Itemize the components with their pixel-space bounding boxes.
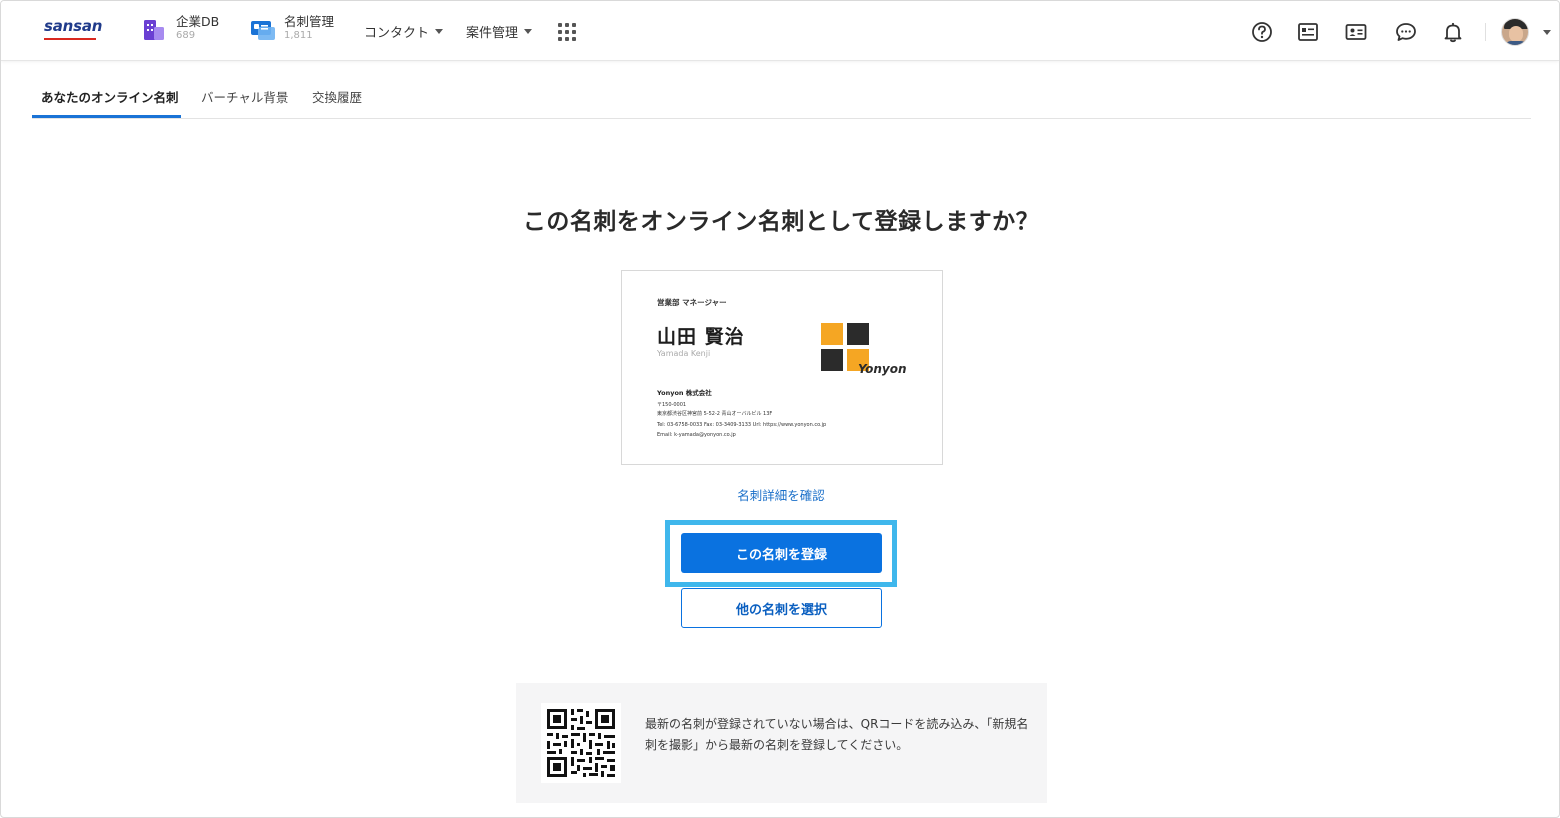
qr-info-panel: 最新の名刺が登録されていない場合は、QRコードを読み込み、「新規名刺を撮影」から… <box>516 683 1047 803</box>
contact-dropdown[interactable]: コンタクト <box>364 22 444 41</box>
chevron-down-icon <box>524 29 533 34</box>
card-contact-line: Tel: 03-6758-0033 Fax: 03-3409-3133 Url:… <box>657 422 827 428</box>
qr-instructions: 最新の名刺が登録されていない場合は、QRコードを読み込み、「新規名刺を撮影」から… <box>645 717 1029 752</box>
tab-bar: あなたのオンライン名刺 バーチャル背景 交換履歴 <box>32 77 1531 119</box>
nav-app-business-cards[interactable]: 名刺管理 1,811 <box>250 15 334 49</box>
card-job-title: 営業部 マネージャー <box>657 298 727 307</box>
nav-divider <box>1485 23 1486 41</box>
card-company-logo: Yonyon <box>858 362 907 376</box>
card-list-icon[interactable] <box>1297 21 1319 43</box>
sansan-logo[interactable]: sansan <box>44 17 102 35</box>
card-logo-square <box>821 349 843 371</box>
logo-underline <box>44 38 96 40</box>
help-icon[interactable] <box>1251 21 1273 43</box>
page-title: この名刺をオンライン名刺として登録しますか？ <box>522 209 1040 235</box>
nav-app-label: 名刺管理 <box>284 14 335 29</box>
nav-app-company-db[interactable]: 企業DB 689 <box>142 15 219 49</box>
tab-online-card[interactable]: あなたのオンライン名刺 <box>41 87 179 106</box>
chevron-down-icon[interactable] <box>1543 30 1551 35</box>
qr-code-icon <box>541 703 621 783</box>
card-logo-square <box>821 323 843 345</box>
contact-card-icon[interactable] <box>1345 21 1367 43</box>
active-tab-indicator <box>32 115 181 118</box>
card-detail-link[interactable]: 名刺詳細を確認 <box>1 485 1559 504</box>
contact-dropdown-label: コンタクト <box>364 26 430 41</box>
card-person-name: 山田 賢治 <box>657 326 745 348</box>
business-card-preview: 営業部 マネージャー 山田 賢治 Yamada Kenji Yonyon 株式会… <box>621 270 943 465</box>
app-launcher-icon[interactable] <box>558 23 576 41</box>
deals-dropdown-label: 案件管理 <box>466 26 519 41</box>
tab-virtual-background[interactable]: バーチャル背景 <box>201 87 288 106</box>
bell-icon[interactable] <box>1442 21 1464 43</box>
card-romanized-name: Yamada Kenji <box>657 349 711 358</box>
chat-icon[interactable] <box>1395 21 1417 43</box>
top-navigation: sansan 企業DB 689 名刺管理 1,811 コンタクト 案件管理 <box>1 1 1559 61</box>
card-address: 東京都渋谷区神宮前 5-52-2 青山オーバルビル 13F <box>657 411 773 417</box>
card-detail-link-label[interactable]: 名刺詳細を確認 <box>737 488 825 503</box>
nav-app-count: 689 <box>176 30 196 41</box>
card-company: Yonyon 株式会社 <box>657 389 712 397</box>
avatar[interactable] <box>1501 18 1529 46</box>
card-email: Email: k-yamada@yonyon.co.jp <box>657 432 736 438</box>
company-db-icon <box>142 18 166 42</box>
deals-dropdown[interactable]: 案件管理 <box>466 22 533 41</box>
register-card-button[interactable]: この名刺を登録 <box>681 533 882 573</box>
nav-app-count: 1,811 <box>284 30 313 41</box>
chevron-down-icon <box>435 29 444 34</box>
nav-app-label: 企業DB <box>176 14 220 29</box>
business-card-icon <box>250 18 275 42</box>
select-other-card-button[interactable]: 他の名刺を選択 <box>681 588 882 628</box>
card-logo-square <box>847 323 869 345</box>
app-window: sansan 企業DB 689 名刺管理 1,811 コンタクト 案件管理 あな… <box>0 0 1560 818</box>
tab-exchange-history[interactable]: 交換履歴 <box>312 87 362 106</box>
card-postal: 〒150-0001 <box>657 402 687 408</box>
